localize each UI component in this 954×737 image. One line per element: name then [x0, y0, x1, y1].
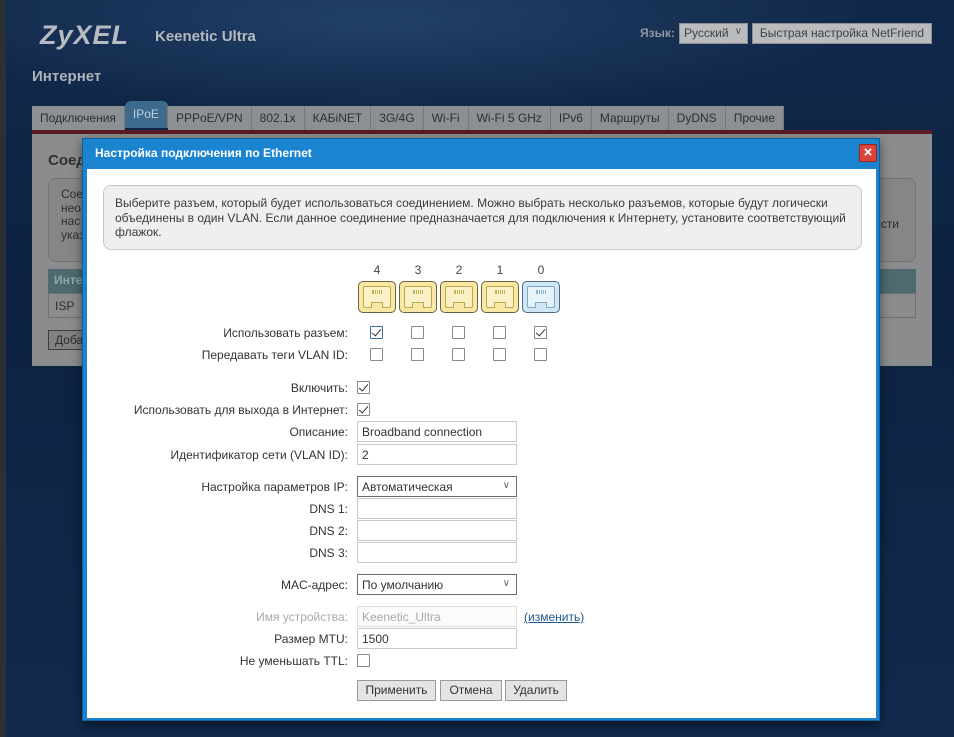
- chevron-down-icon: ∨: [502, 480, 510, 491]
- delete-button[interactable]: Удалить: [505, 680, 567, 701]
- tab-dydns[interactable]: DyDNS: [668, 106, 726, 130]
- ip-settings-select[interactable]: Автоматическая ∨: [357, 476, 517, 497]
- no-ttl-decrement-label: Не уменьшать TTL:: [239, 654, 348, 668]
- dns2-label: DNS 2:: [309, 524, 348, 538]
- device-name-label: Имя устройства:: [256, 610, 348, 624]
- tab-connections[interactable]: Подключения: [32, 106, 125, 130]
- dns3-input[interactable]: [357, 542, 517, 563]
- dialog-title: Настройка подключения по Ethernet: [95, 146, 312, 160]
- vlan-tags-port-4-checkbox[interactable]: [370, 348, 383, 361]
- tab-wifi[interactable]: Wi-Fi: [423, 106, 469, 130]
- vlan-id-input[interactable]: [357, 444, 517, 465]
- no-ttl-decrement-checkbox[interactable]: [357, 654, 370, 667]
- change-device-name-link[interactable]: (изменить): [524, 610, 584, 624]
- enable-label: Включить:: [290, 381, 348, 395]
- lan-port-icon: [399, 281, 437, 313]
- language-value: Русский: [684, 26, 729, 40]
- vlan-tags-port-0-checkbox[interactable]: [534, 348, 547, 361]
- mtu-input[interactable]: [357, 628, 517, 649]
- use-for-internet-checkbox[interactable]: [357, 403, 370, 416]
- vlan-id-label: Идентификатор сети (VLAN ID):: [170, 448, 349, 462]
- dialog-footer-strip: [87, 712, 876, 718]
- tab-kabinet[interactable]: КАБiNET: [304, 106, 372, 130]
- vlan-tags-port-2-checkbox[interactable]: [452, 348, 465, 361]
- wan-port-icon: [522, 281, 560, 313]
- model-name: Keenetic Ultra: [155, 28, 256, 45]
- mac-label: MAC-адрес:: [280, 578, 348, 592]
- description-input[interactable]: [357, 421, 517, 442]
- dns3-label: DNS 3:: [309, 546, 348, 560]
- tab-pppoe-vpn[interactable]: PPPoE/VPN: [167, 106, 252, 130]
- brand-logo: ZyXEL: [40, 20, 130, 50]
- use-for-internet-label: Использовать для выхода в Интернет:: [133, 403, 348, 417]
- use-port-3-checkbox[interactable]: [411, 326, 424, 339]
- window-edge: [0, 0, 6, 737]
- mtu-label: Размер MTU:: [274, 632, 348, 646]
- use-port-label: Использовать разъем:: [223, 326, 348, 340]
- ip-settings-value: Автоматическая: [362, 480, 453, 494]
- enable-checkbox[interactable]: [357, 381, 370, 394]
- netfriend-button[interactable]: Быстрая настройка NetFriend: [752, 23, 932, 44]
- tab-routes[interactable]: Маршруты: [591, 106, 669, 130]
- tab-ipoe[interactable]: IPoE: [124, 101, 168, 128]
- port-number: 1: [496, 263, 504, 277]
- mac-select[interactable]: По умолчанию ∨: [357, 574, 517, 595]
- close-icon[interactable]: ×: [859, 144, 877, 162]
- tab-wifi-5ghz[interactable]: Wi-Fi 5 GHz: [468, 106, 551, 130]
- vlan-tags-label: Передавать теги VLAN ID:: [201, 348, 348, 362]
- vlan-tags-port-3-checkbox[interactable]: [411, 348, 424, 361]
- dns2-input[interactable]: [357, 520, 517, 541]
- use-port-0-checkbox[interactable]: [534, 326, 547, 339]
- use-port-4-checkbox[interactable]: [370, 326, 383, 339]
- port-number: 3: [414, 263, 422, 277]
- tab-8021x[interactable]: 802.1x: [251, 106, 305, 130]
- chevron-down-icon: ∨: [502, 578, 510, 589]
- ethernet-settings-dialog: Настройка подключения по Ethernet × Выбе…: [82, 138, 880, 721]
- chevron-down-icon: ∨: [734, 26, 742, 37]
- dialog-body: Выберите разъем, который будет использов…: [87, 169, 876, 718]
- dns1-label: DNS 1:: [309, 502, 348, 516]
- port-number: 0: [537, 263, 545, 277]
- page-title: Интернет: [32, 68, 102, 85]
- vlan-tags-port-1-checkbox[interactable]: [493, 348, 506, 361]
- tab-bar: Подключения IPoE PPPoE/VPN 802.1x КАБiNE…: [32, 101, 785, 130]
- lan-port-icon: [440, 281, 478, 313]
- tab-3g4g[interactable]: 3G/4G: [371, 106, 424, 130]
- description-label: Описание:: [289, 425, 348, 439]
- use-port-1-checkbox[interactable]: [493, 326, 506, 339]
- language-label: Язык:: [640, 26, 675, 40]
- tab-ipv6[interactable]: IPv6: [550, 106, 592, 130]
- mac-value: По умолчанию: [362, 578, 444, 592]
- lan-port-icon: [358, 281, 396, 313]
- port-number: 4: [373, 263, 381, 277]
- panel-heading: Соед: [48, 152, 86, 169]
- use-port-2-checkbox[interactable]: [452, 326, 465, 339]
- port-number: 2: [455, 263, 463, 277]
- tab-other[interactable]: Прочие: [725, 106, 785, 130]
- lan-port-icon: [481, 281, 519, 313]
- apply-button[interactable]: Применить: [357, 680, 436, 701]
- info-box: Выберите разъем, который будет использов…: [103, 185, 862, 250]
- language-select[interactable]: Русский ∨: [679, 23, 748, 44]
- device-name-input: [357, 606, 517, 627]
- cancel-button[interactable]: Отмена: [440, 680, 502, 701]
- dns1-input[interactable]: [357, 498, 517, 519]
- note-tail: сти: [880, 217, 899, 231]
- ip-settings-label: Настройка параметров IP:: [201, 480, 348, 494]
